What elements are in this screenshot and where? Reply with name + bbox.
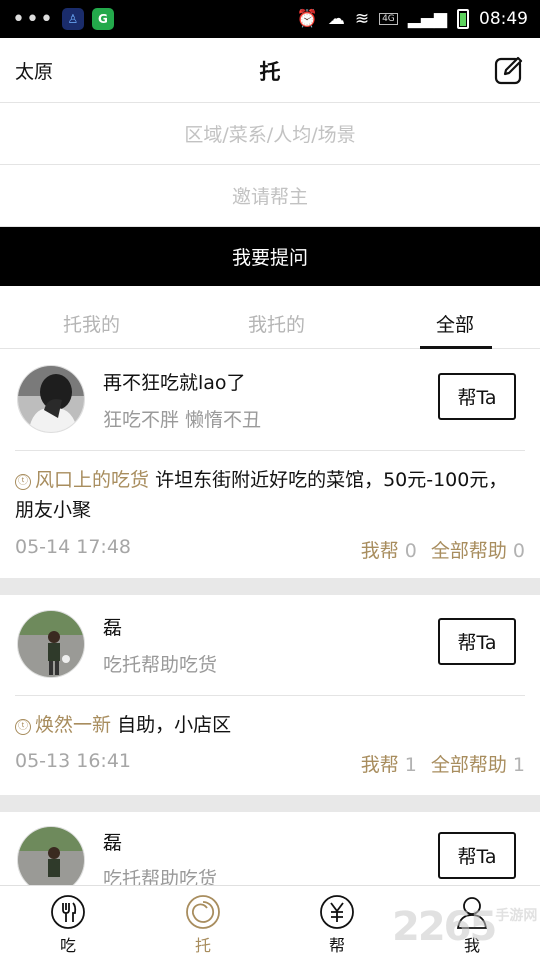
- divider: [15, 695, 525, 696]
- nav-item-help[interactable]: 帮: [307, 894, 367, 956]
- nav-label-tuo: 托: [194, 936, 211, 955]
- alarm-icon: ⏰: [296, 9, 318, 29]
- status-bar: ••• ♙ G ⏰ ☁ ≋ 4G ▂▄▆ 08:49: [0, 0, 540, 38]
- user-bio: 吃托帮助吃货: [103, 654, 218, 676]
- app-notification-icon: G: [91, 8, 114, 30]
- fork-icon: [51, 895, 85, 929]
- question-text[interactable]: ⓣ 风口上的吃货 许坦东街附近好吃的菜馆，50元-100元，朋友小聚: [15, 465, 526, 525]
- user-bio: 狂吃不胖 懒惰不丑: [103, 409, 262, 431]
- all-help-label[interactable]: 全部帮助: [431, 754, 507, 776]
- user-name[interactable]: 磊: [103, 828, 122, 855]
- status-dots: •••: [12, 6, 54, 32]
- all-help-count: 0: [512, 540, 525, 562]
- post-card: 再不狂吃就lao了 狂吃不胖 懒惰不丑 帮Ta ⓣ 风口上的吃货 许坦东街附近好吃…: [0, 350, 540, 578]
- divider: [15, 450, 525, 451]
- card-separator: [0, 795, 540, 812]
- network-type: 4G: [379, 13, 398, 25]
- post-card: 磊 吃托帮助吃货 帮Ta: [0, 812, 540, 885]
- wifi-icon: ≋: [354, 9, 370, 29]
- yen-icon: [320, 895, 354, 929]
- question-body: 自助，小店区: [117, 714, 232, 736]
- nav-label-help: 帮: [328, 936, 345, 955]
- nav-item-tuo[interactable]: 托: [173, 894, 233, 956]
- ask-question-button[interactable]: 我要提问: [0, 227, 540, 286]
- watermark: 2265手游网: [392, 904, 538, 950]
- nav-label-eat: 吃: [59, 936, 76, 955]
- my-help-label[interactable]: 我帮: [361, 540, 399, 562]
- question-text[interactable]: ⓣ 焕然一新 自助，小店区: [15, 710, 526, 740]
- asker-name[interactable]: ⓣ 风口上的吃货: [15, 469, 149, 491]
- coin-icon: ⓣ: [15, 474, 31, 490]
- post-time: 05-13 16:41: [15, 750, 132, 772]
- edit-icon[interactable]: [494, 55, 524, 85]
- post-time: 05-14 17:48: [15, 536, 132, 558]
- all-help-label[interactable]: 全部帮助: [431, 540, 507, 562]
- my-help-label[interactable]: 我帮: [361, 754, 399, 776]
- page-title: 托: [259, 60, 281, 84]
- qq-app-icon: ♙: [61, 8, 84, 30]
- tab-asked-me[interactable]: 托我的: [63, 310, 120, 337]
- post-card: 磊 吃托帮助吃货 帮Ta ⓣ 焕然一新 自助，小店区 05-13 16:41 我帮…: [0, 595, 540, 795]
- all-help-count: 1: [512, 754, 525, 776]
- help-button[interactable]: 帮Ta: [438, 832, 516, 879]
- user-name[interactable]: 再不狂吃就lao了: [103, 368, 246, 395]
- nav-bar: 太原 托: [0, 38, 540, 103]
- battery-icon: [457, 9, 469, 29]
- avatar[interactable]: [17, 365, 85, 433]
- area-cuisine-input[interactable]: 区域/菜系/人均/场景: [0, 103, 540, 165]
- coin-icon: ⓣ: [15, 719, 31, 735]
- active-tab-indicator: [420, 346, 492, 349]
- help-button[interactable]: 帮Ta: [438, 618, 516, 665]
- tab-my-asks[interactable]: 我托的: [248, 310, 305, 337]
- help-stats: 我帮 0 全部帮助 0: [361, 536, 525, 563]
- help-stats: 我帮 1 全部帮助 1: [361, 750, 525, 777]
- card-separator: [0, 578, 540, 595]
- user-name[interactable]: 磊: [103, 613, 122, 640]
- invite-helper-input[interactable]: 邀请帮主: [0, 165, 540, 227]
- help-button[interactable]: 帮Ta: [438, 373, 516, 420]
- my-help-count: 0: [404, 540, 417, 562]
- avatar[interactable]: [17, 610, 85, 678]
- tab-all[interactable]: 全部: [436, 310, 474, 337]
- avatar[interactable]: [17, 826, 85, 885]
- nav-item-eat[interactable]: 吃: [38, 894, 98, 956]
- my-help-count: 1: [404, 754, 417, 776]
- user-bio: 吃托帮助吃货: [103, 868, 218, 885]
- spiral-icon: [186, 895, 220, 929]
- filter-tabs: 托我的 我托的 全部: [0, 286, 540, 349]
- signal-icon: ▂▄▆: [407, 9, 447, 29]
- clock: 08:49: [479, 9, 528, 29]
- asker-name[interactable]: ⓣ 焕然一新: [15, 714, 111, 736]
- cloud-icon: ☁: [327, 9, 345, 29]
